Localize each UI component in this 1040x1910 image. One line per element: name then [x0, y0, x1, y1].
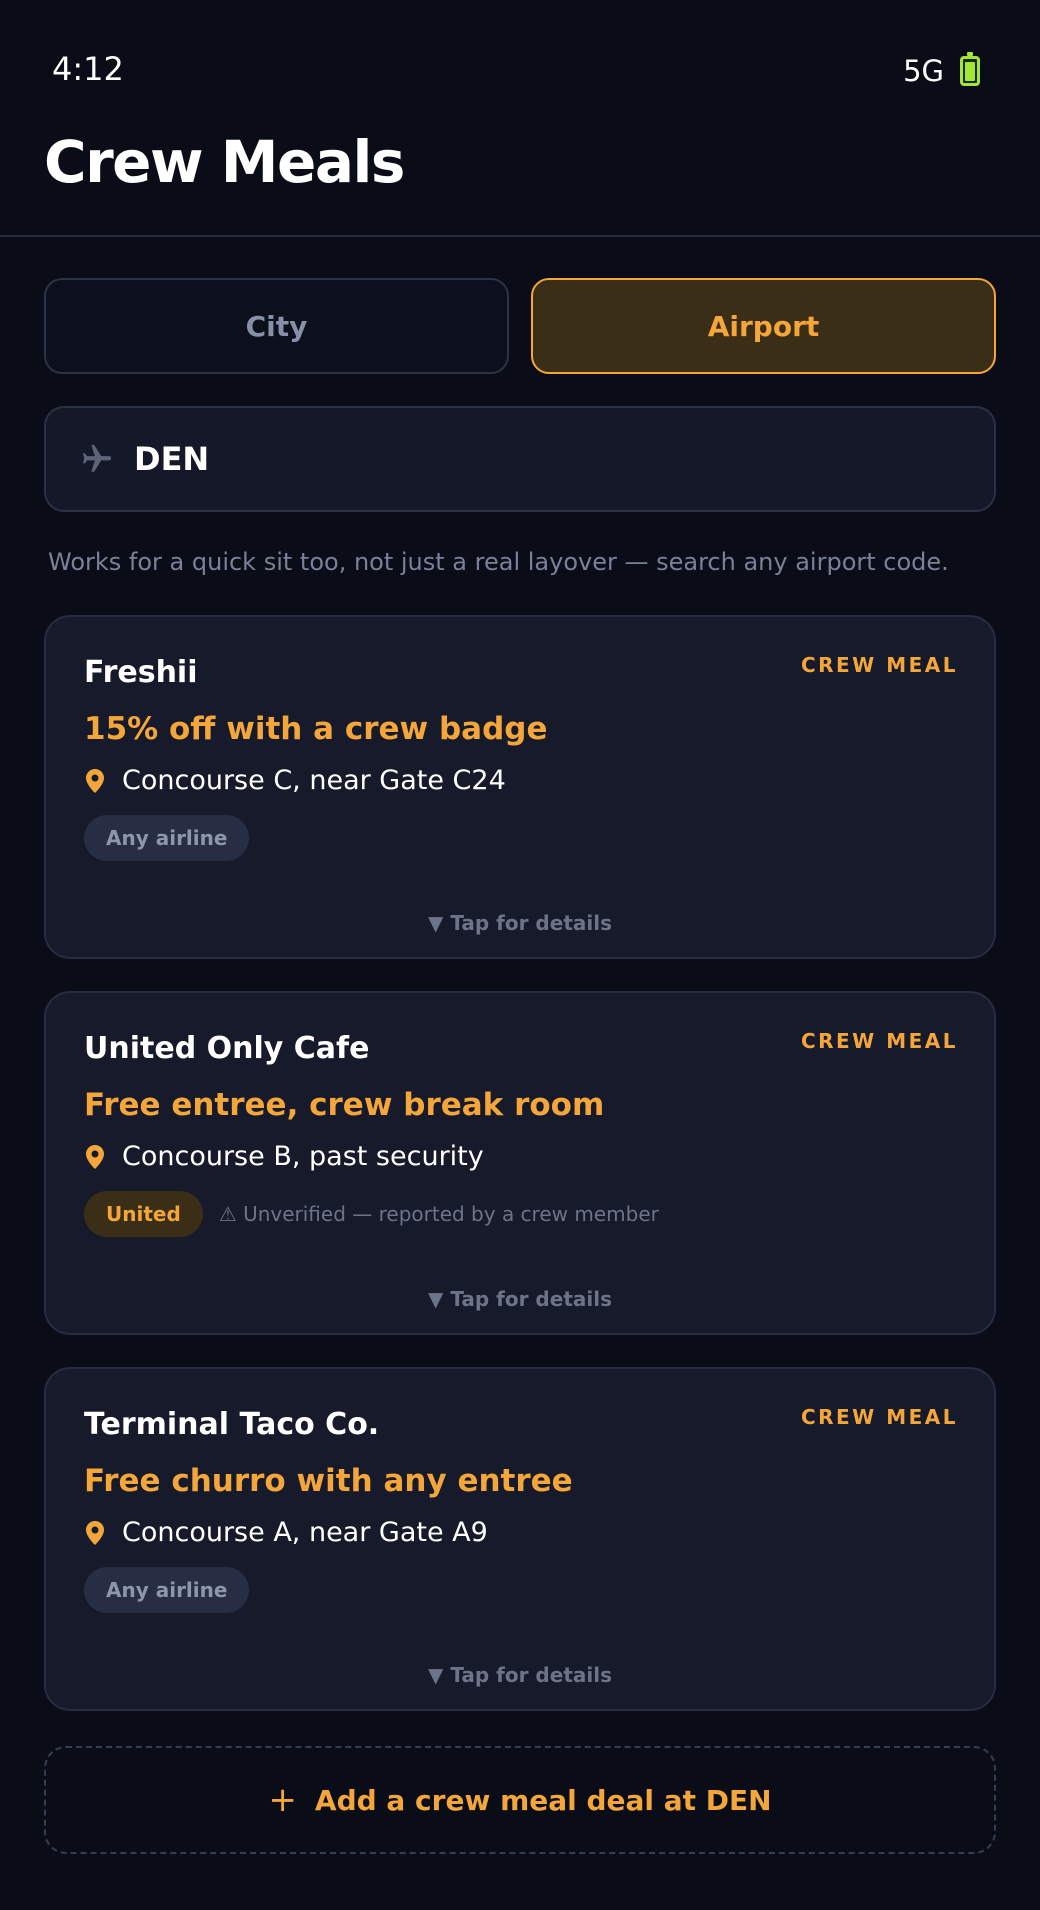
deal-name: United Only Cafe: [84, 1031, 370, 1066]
deal-offer: Free entree, crew break room: [84, 1087, 605, 1123]
battery-icon: [960, 52, 980, 86]
deal-location: Concourse A, near Gate A9: [84, 1517, 488, 1548]
tap-for-details[interactable]: ▼ Tap for details: [46, 1663, 994, 1687]
deal-card[interactable]: Freshii CREW MEAL 15% off with a crew ba…: [44, 615, 996, 959]
airport-search-box[interactable]: [44, 406, 996, 512]
header-divider: [0, 235, 1040, 237]
deal-card[interactable]: United Only Cafe CREW MEAL Free entree, …: [44, 991, 996, 1335]
tap-for-details[interactable]: ▼ Tap for details: [46, 911, 994, 935]
airport-search-input[interactable]: [134, 440, 934, 478]
plane-icon: [82, 444, 112, 472]
page-title: Crew Meals: [44, 128, 405, 196]
deal-offer: Free churro with any entree: [84, 1463, 573, 1499]
deal-location: Concourse C, near Gate C24: [84, 765, 506, 796]
tab-airport[interactable]: Airport: [531, 278, 996, 374]
tab-city[interactable]: City: [44, 278, 509, 374]
tap-for-details[interactable]: ▼ Tap for details: [46, 1287, 994, 1311]
status-indicators: 5G: [903, 52, 980, 88]
status-bar: 4:12 5G: [0, 0, 1040, 120]
crew-meals-screen: 4:12 5G Crew Meals City Airport Works fo…: [0, 0, 1040, 1910]
airline-chip: Any airline: [84, 1567, 250, 1613]
search-hint: Works for a quick sit too, not just a re…: [48, 548, 949, 576]
add-deal-button[interactable]: + Add a crew meal deal at DEN: [44, 1746, 996, 1854]
network-indicator: 5G: [903, 54, 944, 88]
deal-card[interactable]: Terminal Taco Co. CREW MEAL Free churro …: [44, 1367, 996, 1711]
location-pin-icon: [86, 768, 104, 793]
deal-meta: United ⚠ Unverified — reported by a crew…: [84, 1191, 659, 1237]
add-deal-label: Add a crew meal deal at DEN: [314, 1783, 772, 1817]
deal-offer: 15% off with a crew badge: [84, 711, 548, 747]
unverified-warning: ⚠ Unverified — reported by a crew member: [218, 1202, 659, 1226]
airline-chip: United: [84, 1191, 203, 1237]
deal-location-text: Concourse C, near Gate C24: [122, 765, 506, 796]
crew-meal-badge: CREW MEAL: [800, 1029, 958, 1053]
deal-location: Concourse B, past security: [84, 1141, 484, 1172]
deal-name: Terminal Taco Co.: [84, 1407, 380, 1442]
deal-name: Freshii: [84, 655, 198, 690]
location-pin-icon: [86, 1144, 104, 1169]
plus-icon: +: [268, 1780, 297, 1820]
deal-location-text: Concourse A, near Gate A9: [122, 1517, 488, 1548]
mode-toggle: City Airport: [44, 278, 996, 374]
status-time: 4:12: [52, 50, 124, 88]
airline-chip: Any airline: [84, 815, 250, 861]
deal-meta: Any airline: [84, 1567, 250, 1613]
deal-location-text: Concourse B, past security: [122, 1141, 484, 1172]
location-pin-icon: [86, 1520, 104, 1545]
crew-meal-badge: CREW MEAL: [800, 1405, 958, 1429]
deal-meta: Any airline: [84, 815, 250, 861]
crew-meal-badge: CREW MEAL: [800, 653, 958, 677]
